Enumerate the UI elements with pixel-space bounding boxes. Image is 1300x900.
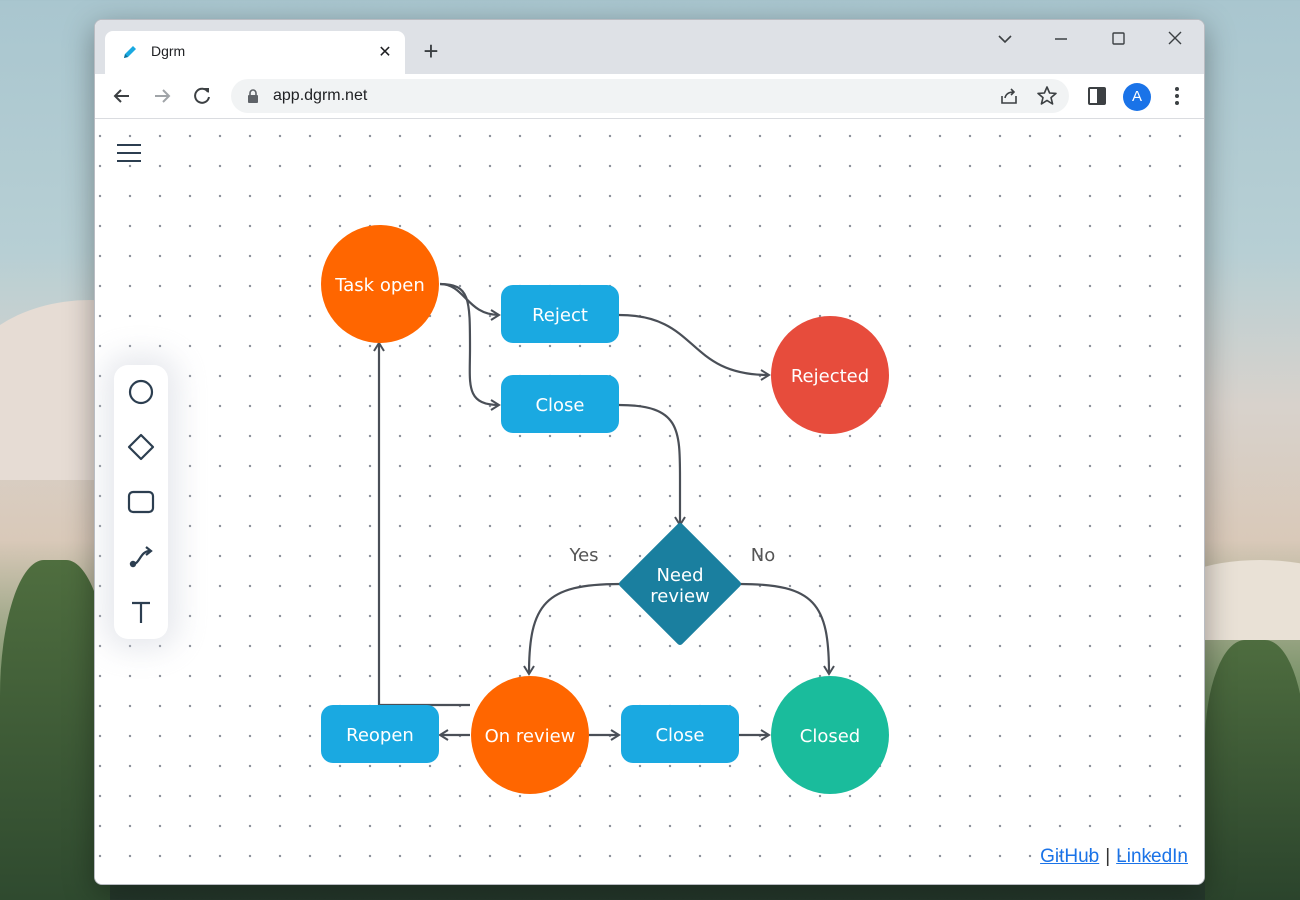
connector-needreview-onreview[interactable] (523, 582, 621, 676)
diagram: Task open Reject Close Rejected Need rev… (321, 225, 889, 794)
sidepanel-icon[interactable] (1085, 84, 1109, 108)
label-no[interactable]: No (751, 545, 775, 566)
avatar[interactable]: A (1123, 83, 1151, 111)
address-bar[interactable]: app.dgrm.net (231, 79, 1069, 113)
wallpaper-trees (1205, 640, 1300, 900)
label-yes[interactable]: Yes (568, 545, 598, 566)
node-on-review-label: On review (485, 726, 576, 747)
minimize-icon[interactable] (1039, 28, 1083, 52)
node-need-review-line2: review (650, 586, 710, 607)
connectors (373, 282, 835, 741)
url-text[interactable]: app.dgrm.net (273, 87, 367, 105)
footer-links: GitHub | LinkedIn (1040, 846, 1188, 868)
kebab-icon[interactable] (1165, 84, 1189, 108)
connector-reject-rejected[interactable] (618, 313, 771, 381)
node-rejected-label: Rejected (791, 366, 869, 387)
diagram-canvas[interactable]: Task open Reject Close Rejected Need rev… (95, 119, 1204, 884)
node-closed-label: Closed (800, 726, 860, 747)
browser-toolbar: app.dgrm.net A (95, 74, 1204, 119)
browser-window: Dgrm ✕ + app.dgrm.net A Task open Reject… (94, 19, 1205, 885)
github-link[interactable]: GitHub (1040, 846, 1099, 867)
chevron-down-icon[interactable] (983, 28, 1027, 52)
tab-dgrm[interactable]: Dgrm ✕ (105, 31, 405, 74)
plus-icon[interactable]: + (417, 38, 445, 66)
node-close-top-label: Close (535, 395, 584, 416)
reload-icon[interactable] (188, 82, 216, 110)
maximize-icon[interactable] (1096, 28, 1140, 52)
tab-title: Dgrm (151, 43, 186, 59)
node-task-open-label: Task open (334, 275, 425, 296)
connector-close-needreview[interactable] (618, 403, 686, 527)
back-icon[interactable] (108, 82, 136, 110)
forward-icon[interactable] (148, 82, 176, 110)
close-window-icon[interactable] (1153, 28, 1197, 52)
node-close-bottom-label: Close (655, 725, 704, 746)
close-icon[interactable]: ✕ (373, 40, 397, 64)
linkedin-link[interactable]: LinkedIn (1116, 846, 1188, 867)
node-reopen-label: Reopen (346, 725, 414, 746)
star-icon[interactable] (1035, 84, 1059, 108)
node-need-review-line1: Need (656, 565, 703, 586)
tab-strip: Dgrm ✕ + (95, 20, 1204, 74)
share-icon[interactable] (997, 84, 1021, 108)
pencil-icon (124, 46, 136, 58)
lock-icon[interactable] (245, 88, 261, 104)
node-reject-label: Reject (532, 305, 588, 326)
footer-separator: | (1105, 846, 1111, 867)
connector-reopen-taskopen[interactable] (373, 341, 470, 707)
connector-needreview-closed[interactable] (739, 582, 835, 676)
